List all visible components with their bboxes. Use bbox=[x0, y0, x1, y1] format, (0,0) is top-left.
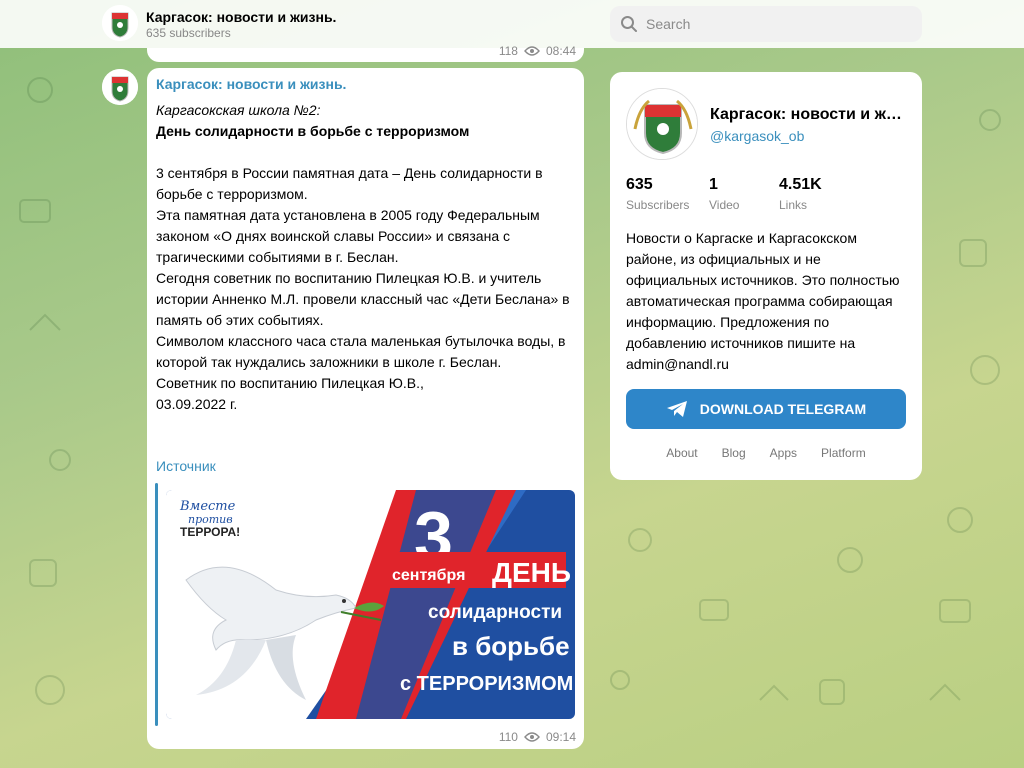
download-telegram-button[interactable]: DOWNLOAD TELEGRAM bbox=[626, 389, 906, 429]
channel-title[interactable]: Каргасок: новости и жизнь. bbox=[146, 9, 336, 25]
message-channel-name[interactable]: Каргасок: новости и жизнь. bbox=[156, 76, 346, 92]
stat-value: 635 bbox=[626, 176, 653, 193]
message-line: которой так нуждались заложники в школе … bbox=[156, 354, 502, 370]
stat-subscribers: 635 Subscribers bbox=[626, 176, 689, 212]
message-line: Сегодня советник по воспитанию Пилецкая … bbox=[156, 270, 542, 286]
eye-icon bbox=[524, 732, 540, 742]
stat-label: Links bbox=[779, 198, 808, 212]
coat-of-arms-icon bbox=[102, 69, 138, 105]
message-text: Каргасокская школа №2: День солидарности… bbox=[156, 100, 578, 415]
link-platform[interactable]: Platform bbox=[821, 446, 866, 460]
link-blog[interactable]: Blog bbox=[722, 446, 746, 460]
search-input[interactable] bbox=[646, 6, 914, 42]
message-bubble: Каргасок: новости и жизнь. Каргасокская … bbox=[147, 68, 584, 749]
message-line bbox=[156, 142, 578, 163]
stat-value: 1 bbox=[709, 176, 718, 193]
message-meta: 110 09:14 bbox=[499, 730, 576, 744]
message-line: 03.09.2022 г. bbox=[156, 396, 238, 412]
coat-of-arms-icon bbox=[627, 89, 697, 159]
message-time: 08:44 bbox=[545, 44, 576, 58]
description-line: автоматическая программа собирающая bbox=[626, 293, 893, 309]
message-line: Каргасокская школа №2: bbox=[156, 102, 321, 118]
previous-message: 118 08:44 bbox=[147, 44, 584, 62]
poster-tag-line3: ТЕРРОРА! bbox=[180, 525, 240, 539]
link-apps[interactable]: Apps bbox=[770, 446, 797, 460]
poster-month: сентября bbox=[392, 567, 465, 584]
channel-description: Новости о Каргаске и Каргасокском районе… bbox=[626, 228, 910, 375]
channel-card-avatar bbox=[626, 88, 698, 160]
message-line: истории Анненко М.Л. провели классный ча… bbox=[156, 291, 570, 307]
previous-message-meta: 118 08:44 bbox=[499, 44, 576, 58]
channel-card-name: Каргасок: новости и жизнь. bbox=[710, 106, 906, 123]
message-line: память об этих событиях. bbox=[156, 312, 324, 328]
link-about[interactable]: About bbox=[666, 446, 697, 460]
message-line: трагическими событиями в г. Беслан. bbox=[156, 249, 399, 265]
message-line: законом «О днях воинской славы России» и… bbox=[156, 228, 510, 244]
stat-video: 1 Video bbox=[709, 176, 739, 212]
message-line: Советник по воспитанию Пилецкая Ю.В., bbox=[156, 375, 424, 391]
poster-image[interactable]: Вместе против ТЕРРОРА! 3 сентября ДЕНЬ с… bbox=[166, 490, 575, 719]
channel-avatar[interactable] bbox=[102, 5, 138, 41]
message-avatar[interactable] bbox=[102, 69, 138, 105]
search-icon bbox=[621, 16, 637, 32]
description-line: официальных источников. Это полностью bbox=[626, 272, 900, 288]
message-line: 3 сентября в России памятная дата – День… bbox=[156, 165, 543, 181]
poster-title-word2: солидарности bbox=[428, 602, 562, 623]
eye-icon bbox=[524, 46, 540, 56]
poster-tag-line1: Вместе bbox=[179, 499, 236, 514]
poster-title-word4: с ТЕРРОРИЗМОМ bbox=[400, 673, 573, 695]
description-line: добавлению источников пишите на bbox=[626, 335, 856, 351]
poster-artwork: Вместе против ТЕРРОРА! 3 сентября ДЕНЬ с… bbox=[166, 490, 575, 719]
channel-handle[interactable]: @kargasok_ob bbox=[710, 128, 804, 144]
telegram-plane-icon bbox=[666, 401, 687, 417]
message-line: борьбе с терроризмом. bbox=[156, 186, 308, 202]
view-count: 118 bbox=[498, 44, 518, 58]
top-bar: Каргасок: новости и жизнь. 635 subscribe… bbox=[0, 0, 1024, 48]
message-time: 09:14 bbox=[545, 730, 576, 744]
download-button-label: DOWNLOAD TELEGRAM bbox=[699, 401, 867, 417]
footer-links: About Blog Apps Platform bbox=[610, 446, 922, 460]
stat-label: Subscribers bbox=[626, 198, 690, 212]
view-count: 110 bbox=[498, 730, 518, 744]
poster-title-word1: ДЕНЬ bbox=[492, 557, 571, 588]
stat-label: Video bbox=[709, 198, 740, 212]
source-link[interactable]: Источник bbox=[156, 458, 216, 474]
stat-value: 4.51K bbox=[779, 176, 822, 193]
description-line: районе, из официальных и не bbox=[626, 251, 821, 267]
description-line: admin@nandl.ru bbox=[626, 356, 729, 372]
message-line: Эта памятная дата установлена в 2005 год… bbox=[156, 207, 540, 223]
channel-info-card: Каргасок: новости и жизнь. @kargasok_ob … bbox=[610, 72, 922, 480]
description-line: Новости о Каргаске и Каргасокском bbox=[626, 230, 857, 246]
subscriber-count: 635 subscribers bbox=[146, 26, 231, 40]
stat-links: 4.51K Links bbox=[779, 176, 822, 212]
poster-title-word3: в борьбе bbox=[452, 631, 570, 661]
search-box[interactable] bbox=[610, 6, 922, 42]
message-line: День солидарности в борьбе с терроризмом bbox=[156, 123, 470, 139]
coat-of-arms-icon bbox=[102, 5, 138, 41]
message-line: Символом классного часа стала маленькая … bbox=[156, 333, 566, 349]
link-preview-bar bbox=[155, 483, 158, 726]
description-line: информацию. Предложения по bbox=[626, 314, 830, 330]
